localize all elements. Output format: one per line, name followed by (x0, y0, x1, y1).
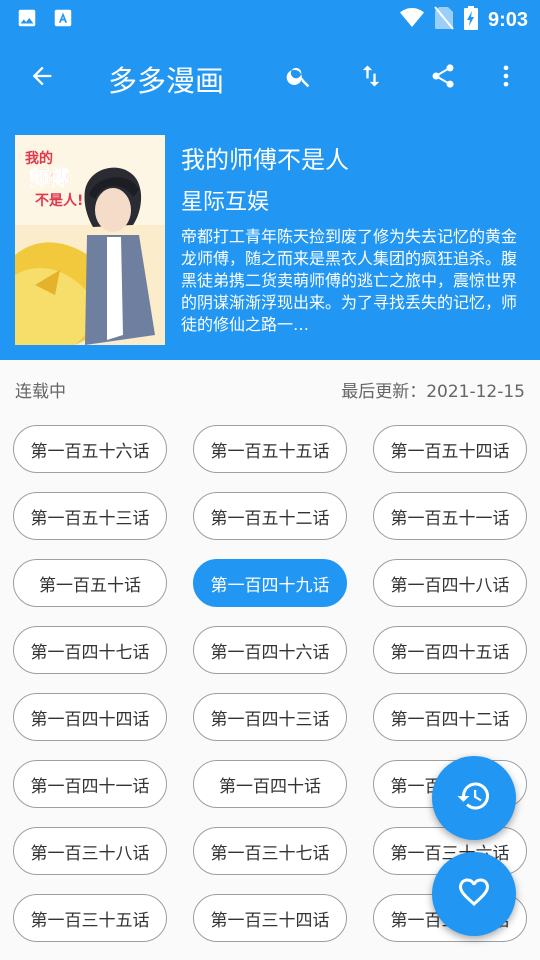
history-fab[interactable] (432, 756, 516, 840)
chapter-chip[interactable]: 第一百四十三话 (193, 693, 347, 741)
history-icon (456, 778, 492, 818)
chapter-chip[interactable]: 第一百五十三话 (13, 492, 167, 540)
heart-icon (456, 874, 492, 914)
chapter-chip[interactable]: 第一百四十六话 (193, 626, 347, 674)
chapter-chip[interactable]: 第一百五十五话 (193, 425, 347, 473)
chapter-chip[interactable]: 第一百五十一话 (373, 492, 527, 540)
chapter-chip[interactable]: 第一百四十四话 (13, 693, 167, 741)
chapter-chip[interactable]: 第一百三十五话 (13, 894, 167, 942)
chapter-chip[interactable]: 第一百四十二话 (373, 693, 527, 741)
chapter-chip[interactable]: 第一百五十二话 (193, 492, 347, 540)
chapter-chip[interactable]: 第一百四十一话 (13, 760, 167, 808)
chapter-chip[interactable]: 第一百五十话 (13, 559, 167, 607)
chapter-chip[interactable]: 第一百四十话 (193, 760, 347, 808)
favorite-fab[interactable] (432, 852, 516, 936)
chapter-chip[interactable]: 第一百五十六话 (13, 425, 167, 473)
chapter-chip[interactable]: 第一百五十四话 (373, 425, 527, 473)
chapter-chip[interactable]: 第一百四十五话 (373, 626, 527, 674)
chapter-chip[interactable]: 第一百三十四话 (193, 894, 347, 942)
chapter-chip[interactable]: 第一百四十八话 (373, 559, 527, 607)
chapter-chip[interactable]: 第一百三十七话 (193, 827, 347, 875)
chapter-chip[interactable]: 第一百四十七话 (13, 626, 167, 674)
chapter-chip[interactable]: 第一百三十八话 (13, 827, 167, 875)
chapter-chip[interactable]: 第一百四十九话 (193, 559, 347, 607)
